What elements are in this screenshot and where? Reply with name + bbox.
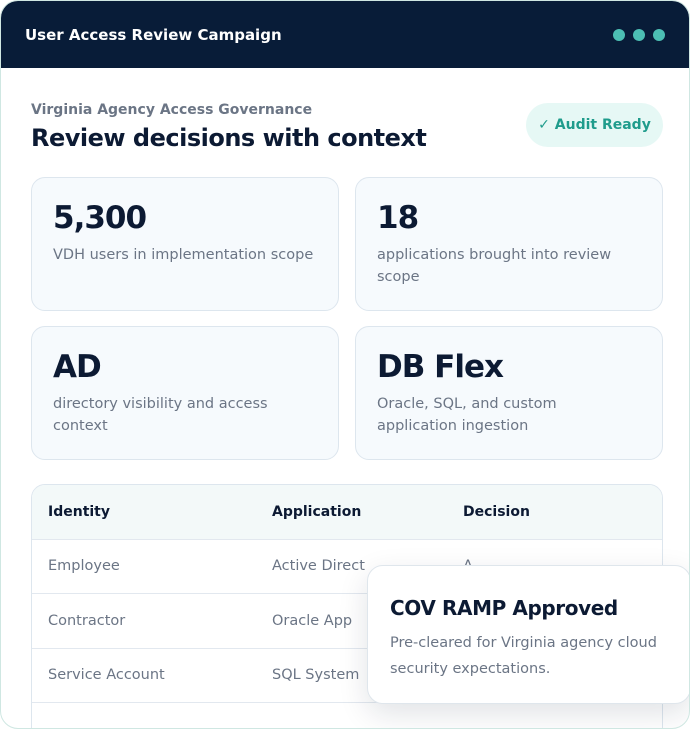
stat-value: 18 [377, 200, 419, 236]
dot-icon [653, 28, 665, 41]
table-header: Identity Application Decision [32, 485, 662, 540]
stat-label: directory visibility and access context [53, 396, 268, 434]
cell: Service Account [48, 667, 165, 684]
stat-label: applications brought into review scope [377, 247, 612, 285]
window-controls [613, 28, 665, 41]
popover-text: Pre-cleared for Virginia agency cloud se… [390, 635, 657, 677]
stat-card: DB Flex Oracle, SQL, and custom applicati… [355, 326, 663, 460]
page-title: Review decisions with context [31, 124, 427, 152]
column-header: Identity [48, 503, 111, 520]
window-header: User Access Review Campaign [1, 1, 689, 68]
certification-popover: COV RAMP Approved Pre-cleared for Virgin… [367, 565, 689, 704]
status-badge: ✓ Audit Ready [526, 103, 663, 147]
column-header: Application [272, 503, 362, 520]
stat-value: AD [53, 349, 102, 385]
stat-card: AD directory visibility and access contex… [31, 326, 339, 460]
cell: Contractor [48, 612, 126, 629]
dot-icon [633, 28, 645, 41]
stat-value: 5,300 [53, 200, 147, 236]
column-header: Decision [463, 503, 530, 520]
campaign-window: User Access Review Campaign Virginia Age… [0, 0, 690, 729]
window-title: User Access Review Campaign [25, 25, 282, 44]
popover-title: COV RAMP Approved [390, 596, 618, 620]
stat-label: VDH users in implementation scope [53, 247, 314, 263]
cell: Employee [48, 558, 120, 575]
stat-label: Oracle, SQL, and custom application inge… [377, 396, 557, 434]
dot-icon [613, 28, 625, 41]
stat-value: DB Flex [377, 349, 504, 385]
eyebrow: Virginia Agency Access Governance [31, 102, 313, 118]
stat-card: 5,300 VDH users in implementation scope [31, 177, 339, 311]
stat-card: 18 applications brought into review scope [355, 177, 663, 311]
